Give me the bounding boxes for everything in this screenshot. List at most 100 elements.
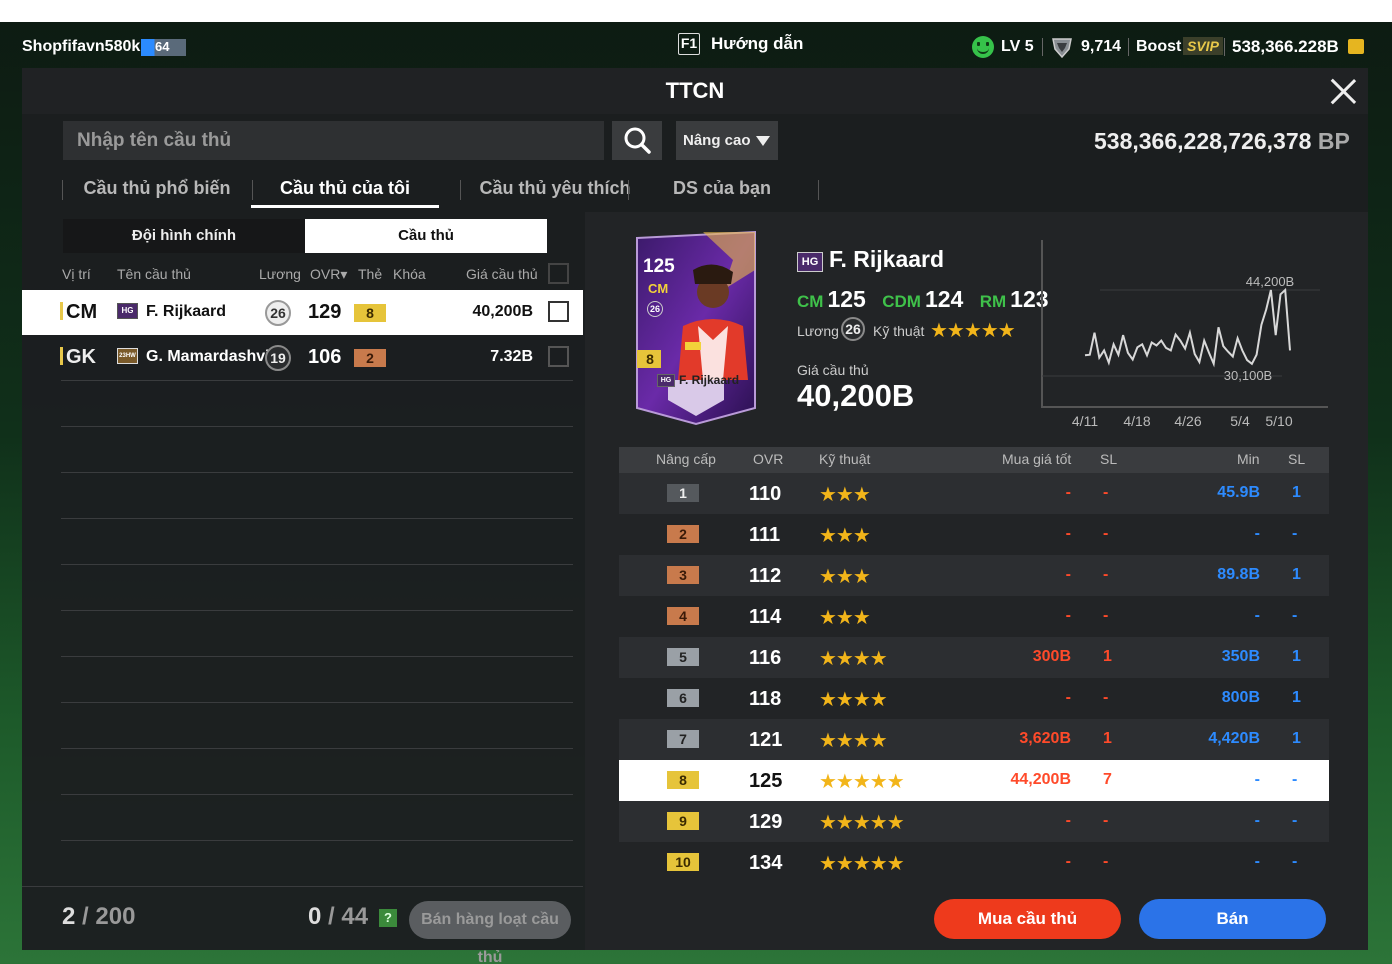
guide-link[interactable]: Hướng dẫn xyxy=(711,34,803,54)
row-ovr: 114 xyxy=(749,606,782,628)
bulk-sell-button[interactable]: Bán hàng loạt cầu thủ xyxy=(409,901,571,964)
table-row[interactable]: 4 114 ★★★ - - - - xyxy=(619,596,1329,637)
table-row[interactable]: 5 116 ★★★★ 300B 1 350B 1 xyxy=(619,637,1329,678)
table-row[interactable]: 7 121 ★★★★ 3,620B 1 4,420B 1 xyxy=(619,719,1329,760)
tab-popular[interactable]: Cầu thủ phổ biến xyxy=(76,172,238,208)
divider xyxy=(628,180,629,200)
sell-button[interactable]: Bán xyxy=(1139,899,1326,939)
search-button[interactable] xyxy=(612,121,662,160)
ttcn-window: TTCN Nâng cao 538,366,228,726,378 BP Cầu… xyxy=(22,68,1368,964)
advanced-filter-dropdown[interactable]: Nâng cao xyxy=(676,121,778,160)
row-best-buy: - xyxy=(1065,566,1071,583)
row-checkbox[interactable] xyxy=(548,346,569,367)
select-all-checkbox[interactable] xyxy=(548,263,569,284)
subtab-main-squad[interactable]: Đội hình chính xyxy=(63,219,305,253)
f1-key-icon[interactable]: F1 xyxy=(678,33,700,55)
svip-badge: SVIP xyxy=(1183,37,1223,55)
row-skill-stars: ★★★★ xyxy=(819,689,888,711)
chart-series-line xyxy=(1084,287,1291,368)
tab-your-list[interactable]: DS của bạn xyxy=(642,172,802,208)
divider xyxy=(61,426,573,427)
subtab-players[interactable]: Cầu thủ xyxy=(305,219,547,253)
col-price[interactable]: Giá cầu thủ xyxy=(466,266,538,282)
divider xyxy=(460,180,461,200)
position-ovr-value: 125 xyxy=(827,286,866,312)
row-skill-stars: ★★★★★ xyxy=(819,771,905,793)
table-header: Nâng cấp OVR Kỹ thuật Mua giá tốt SL Min… xyxy=(619,447,1329,473)
table-row[interactable]: 9 129 ★★★★★ - - - - xyxy=(619,801,1329,842)
position: GK xyxy=(60,346,96,369)
grade-badge: 2 xyxy=(667,525,699,543)
row-buy-qty: - xyxy=(1103,689,1109,706)
row-best-buy: - xyxy=(1065,607,1071,624)
boost-label: Boost xyxy=(1136,38,1182,55)
row-skill-stars: ★★★★ xyxy=(819,730,888,752)
position-label: CM xyxy=(797,292,824,311)
player-name: F. Rijkaard xyxy=(146,303,227,320)
grade-badge: 5 xyxy=(667,648,699,666)
divider xyxy=(1042,38,1043,56)
table-row[interactable]: 2 111 ★★★ - - - - xyxy=(619,514,1329,555)
table-row[interactable]: 1 110 ★★★ - - 45.9B 1 xyxy=(619,473,1329,514)
divider xyxy=(61,380,573,381)
table-row[interactable]: CM HG F. Rijkaard 26 129 8 40,200B xyxy=(22,290,583,335)
table-row[interactable]: GK 23HW G. Mamardashvili 19 106 2 7.32B xyxy=(22,335,583,380)
chart-max-label: 44,200B xyxy=(1246,274,1294,289)
position-ovr: CDM 124 xyxy=(882,286,963,312)
player-detail-panel: 125 CM 26 8 HG F. Rijkaard HG F. Rijkaard… xyxy=(585,212,1368,950)
row-checkbox[interactable] xyxy=(548,301,569,322)
price-history-chart: 44,200B 30,100B 4/11 4/18 4/26 5/4 5/10 xyxy=(1041,240,1328,429)
row-skill-stars: ★★★ xyxy=(819,607,871,629)
col-name[interactable]: Tên cầu thủ xyxy=(117,266,191,282)
row-skill-stars: ★★★ xyxy=(819,566,871,588)
col-ovr[interactable]: OVR▾ xyxy=(310,266,347,283)
search-box[interactable] xyxy=(63,121,604,160)
bp-small: 9,714 xyxy=(1081,38,1122,55)
col-lock[interactable]: Khóa xyxy=(393,266,426,282)
help-icon[interactable]: ? xyxy=(379,909,397,927)
price-label: Giá cầu thủ xyxy=(797,362,869,378)
position-marker xyxy=(60,347,63,365)
row-min-qty: 1 xyxy=(1292,689,1301,706)
row-buy-qty: 7 xyxy=(1103,771,1112,788)
row-min-price: - xyxy=(1254,607,1260,624)
coin-icon xyxy=(1348,39,1364,54)
table-row[interactable]: 10 134 ★★★★★ - - - - xyxy=(619,842,1329,883)
player-ovr: 106 xyxy=(308,346,342,368)
salary-badge: 26 xyxy=(265,300,291,326)
chart-min-label: 30,100B xyxy=(1224,368,1272,383)
player-price: 40,200B xyxy=(472,303,534,320)
divider xyxy=(61,794,573,795)
list-header: Vị trí Tên cầu thủ Lương OVR▾ Thẻ Khóa G… xyxy=(22,263,583,288)
buy-player-button[interactable]: Mua cầu thủ xyxy=(934,899,1121,939)
row-skill-stars: ★★★★★ xyxy=(819,812,905,834)
player-price: 40,200B xyxy=(797,378,915,413)
table-row[interactable]: 3 112 ★★★ - - 89.8B 1 xyxy=(619,555,1329,596)
chart-x-tick: 4/11 xyxy=(1072,413,1098,429)
card-name: F. Rijkaard xyxy=(679,373,740,387)
close-icon[interactable] xyxy=(1326,74,1360,108)
season-badge: HG xyxy=(117,303,138,319)
row-skill-stars: ★★★ xyxy=(819,484,871,506)
row-ovr: 112 xyxy=(749,565,782,587)
divider xyxy=(61,656,573,657)
row-ovr: 134 xyxy=(749,852,783,874)
search-input[interactable] xyxy=(63,121,604,160)
col-card[interactable]: Thẻ xyxy=(358,266,382,282)
row-min-qty: 1 xyxy=(1292,484,1301,501)
tab-my-players[interactable]: Cầu thủ của tôi xyxy=(251,172,439,208)
row-ovr: 110 xyxy=(749,483,782,505)
table-row[interactable]: 8 125 ★★★★★ 44,200B 7 - - xyxy=(619,760,1329,801)
bp-balance: 538,366,228,726,378 BP xyxy=(1094,128,1350,155)
salary-badge: 26 xyxy=(841,317,865,341)
team-level-badge: 64 xyxy=(141,39,186,56)
row-min-price: 4,420B xyxy=(1208,730,1260,747)
table-row[interactable]: 6 118 ★★★★ - - 800B 1 xyxy=(619,678,1329,719)
position-ovr: RM 123 xyxy=(980,286,1049,312)
row-ovr: 121 xyxy=(749,729,783,751)
col-salary[interactable]: Lương xyxy=(259,266,301,282)
row-best-buy: - xyxy=(1065,689,1071,706)
bulk-count-value: 0 xyxy=(308,903,322,930)
tab-favorites[interactable]: Cầu thủ yêu thích xyxy=(462,172,648,208)
divider xyxy=(61,518,573,519)
